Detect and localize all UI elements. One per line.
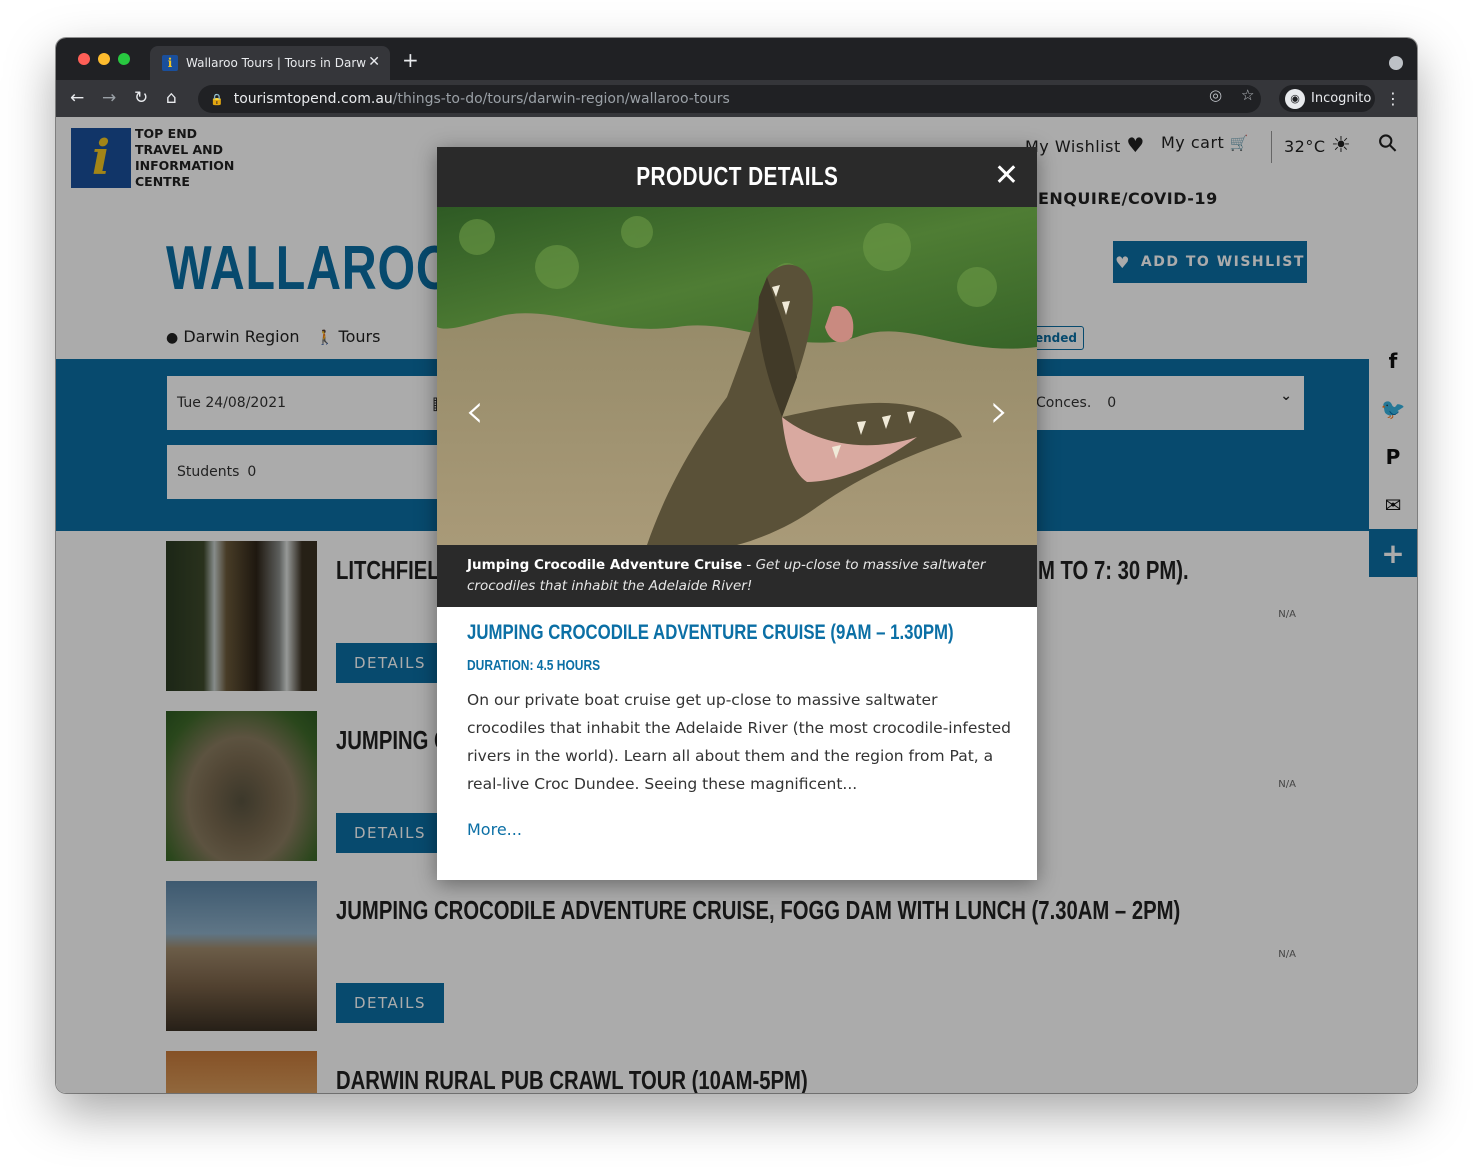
tab-close-icon[interactable]: ✕: [368, 54, 380, 70]
close-icon[interactable]: ✕: [994, 161, 1019, 191]
eye-off-icon[interactable]: ◎: [1209, 86, 1222, 104]
tab-title: Wallaroo Tours | Tours in Darwin: [186, 56, 366, 70]
caption-separator: -: [742, 557, 756, 573]
next-image-arrow-icon[interactable]: ›: [990, 387, 1009, 435]
url-host: tourismtopend.com.au: [233, 91, 393, 107]
product-description: On our private boat cruise get up-close …: [467, 691, 1011, 793]
modal-header: PRODUCT DETAILS ✕: [437, 147, 1037, 207]
product-duration: DURATION: 4.5 HOURS: [467, 657, 600, 674]
close-window-button[interactable]: [78, 53, 90, 65]
duration-label: DURATION:: [467, 657, 534, 674]
incognito-icon: ◉: [1285, 88, 1305, 109]
desktop: i Wallaroo Tours | Tours in Darwin ✕ + ←…: [0, 0, 1473, 1167]
lock-icon: 🔒: [210, 92, 224, 106]
new-tab-button[interactable]: +: [402, 50, 419, 70]
tab-active[interactable]: i Wallaroo Tours | Tours in Darwin ✕: [150, 46, 390, 80]
caption-title: Jumping Crocodile Adventure Cruise: [467, 557, 743, 573]
forward-icon[interactable]: →: [102, 88, 116, 108]
page-viewport: i TOP END TRAVEL AND INFORMATION CENTRE …: [56, 117, 1417, 1093]
home-icon[interactable]: ⌂: [166, 88, 177, 108]
crocodile-photo: [437, 207, 1037, 545]
product-image: ‹ ›: [437, 207, 1037, 545]
incognito-label: Incognito: [1311, 91, 1372, 106]
site-favicon-icon: i: [162, 55, 178, 71]
browser-menu-icon[interactable]: ⋮: [1385, 89, 1401, 108]
address-bar[interactable]: 🔒 tourismtopend.com.au/things-to-do/tour…: [198, 85, 1261, 113]
minimize-window-button[interactable]: [98, 53, 110, 65]
reload-icon[interactable]: ↻: [134, 88, 148, 108]
zoom-window-button[interactable]: [118, 53, 130, 65]
image-caption: Jumping Crocodile Adventure Cruise - Get…: [437, 545, 1037, 607]
tab-bar: i Wallaroo Tours | Tours in Darwin ✕ +: [56, 38, 1417, 80]
previous-image-arrow-icon[interactable]: ‹: [465, 387, 484, 435]
tab-search-icon[interactable]: [1389, 56, 1403, 70]
product-details-modal: PRODUCT DETAILS ✕ ‹ › Jumping Crocodile …: [437, 147, 1037, 880]
url-path: /things-to-do/tours/darwin-region/wallar…: [392, 91, 730, 107]
product-name: JUMPING CROCODILE ADVENTURE CRUISE (9AM …: [467, 621, 954, 644]
duration-value: 4.5 HOURS: [536, 657, 601, 674]
browser-window: i Wallaroo Tours | Tours in Darwin ✕ + ←…: [56, 38, 1417, 1093]
modal-title: PRODUCT DETAILS: [635, 161, 839, 191]
incognito-badge[interactable]: ◉ Incognito: [1279, 85, 1375, 112]
browser-toolbar: ← → ↻ ⌂ 🔒 tourismtopend.com.au/things-to…: [56, 80, 1417, 117]
more-link[interactable]: More...: [467, 820, 522, 839]
bookmark-star-icon[interactable]: ☆: [1241, 86, 1254, 104]
back-icon[interactable]: ←: [70, 88, 84, 108]
